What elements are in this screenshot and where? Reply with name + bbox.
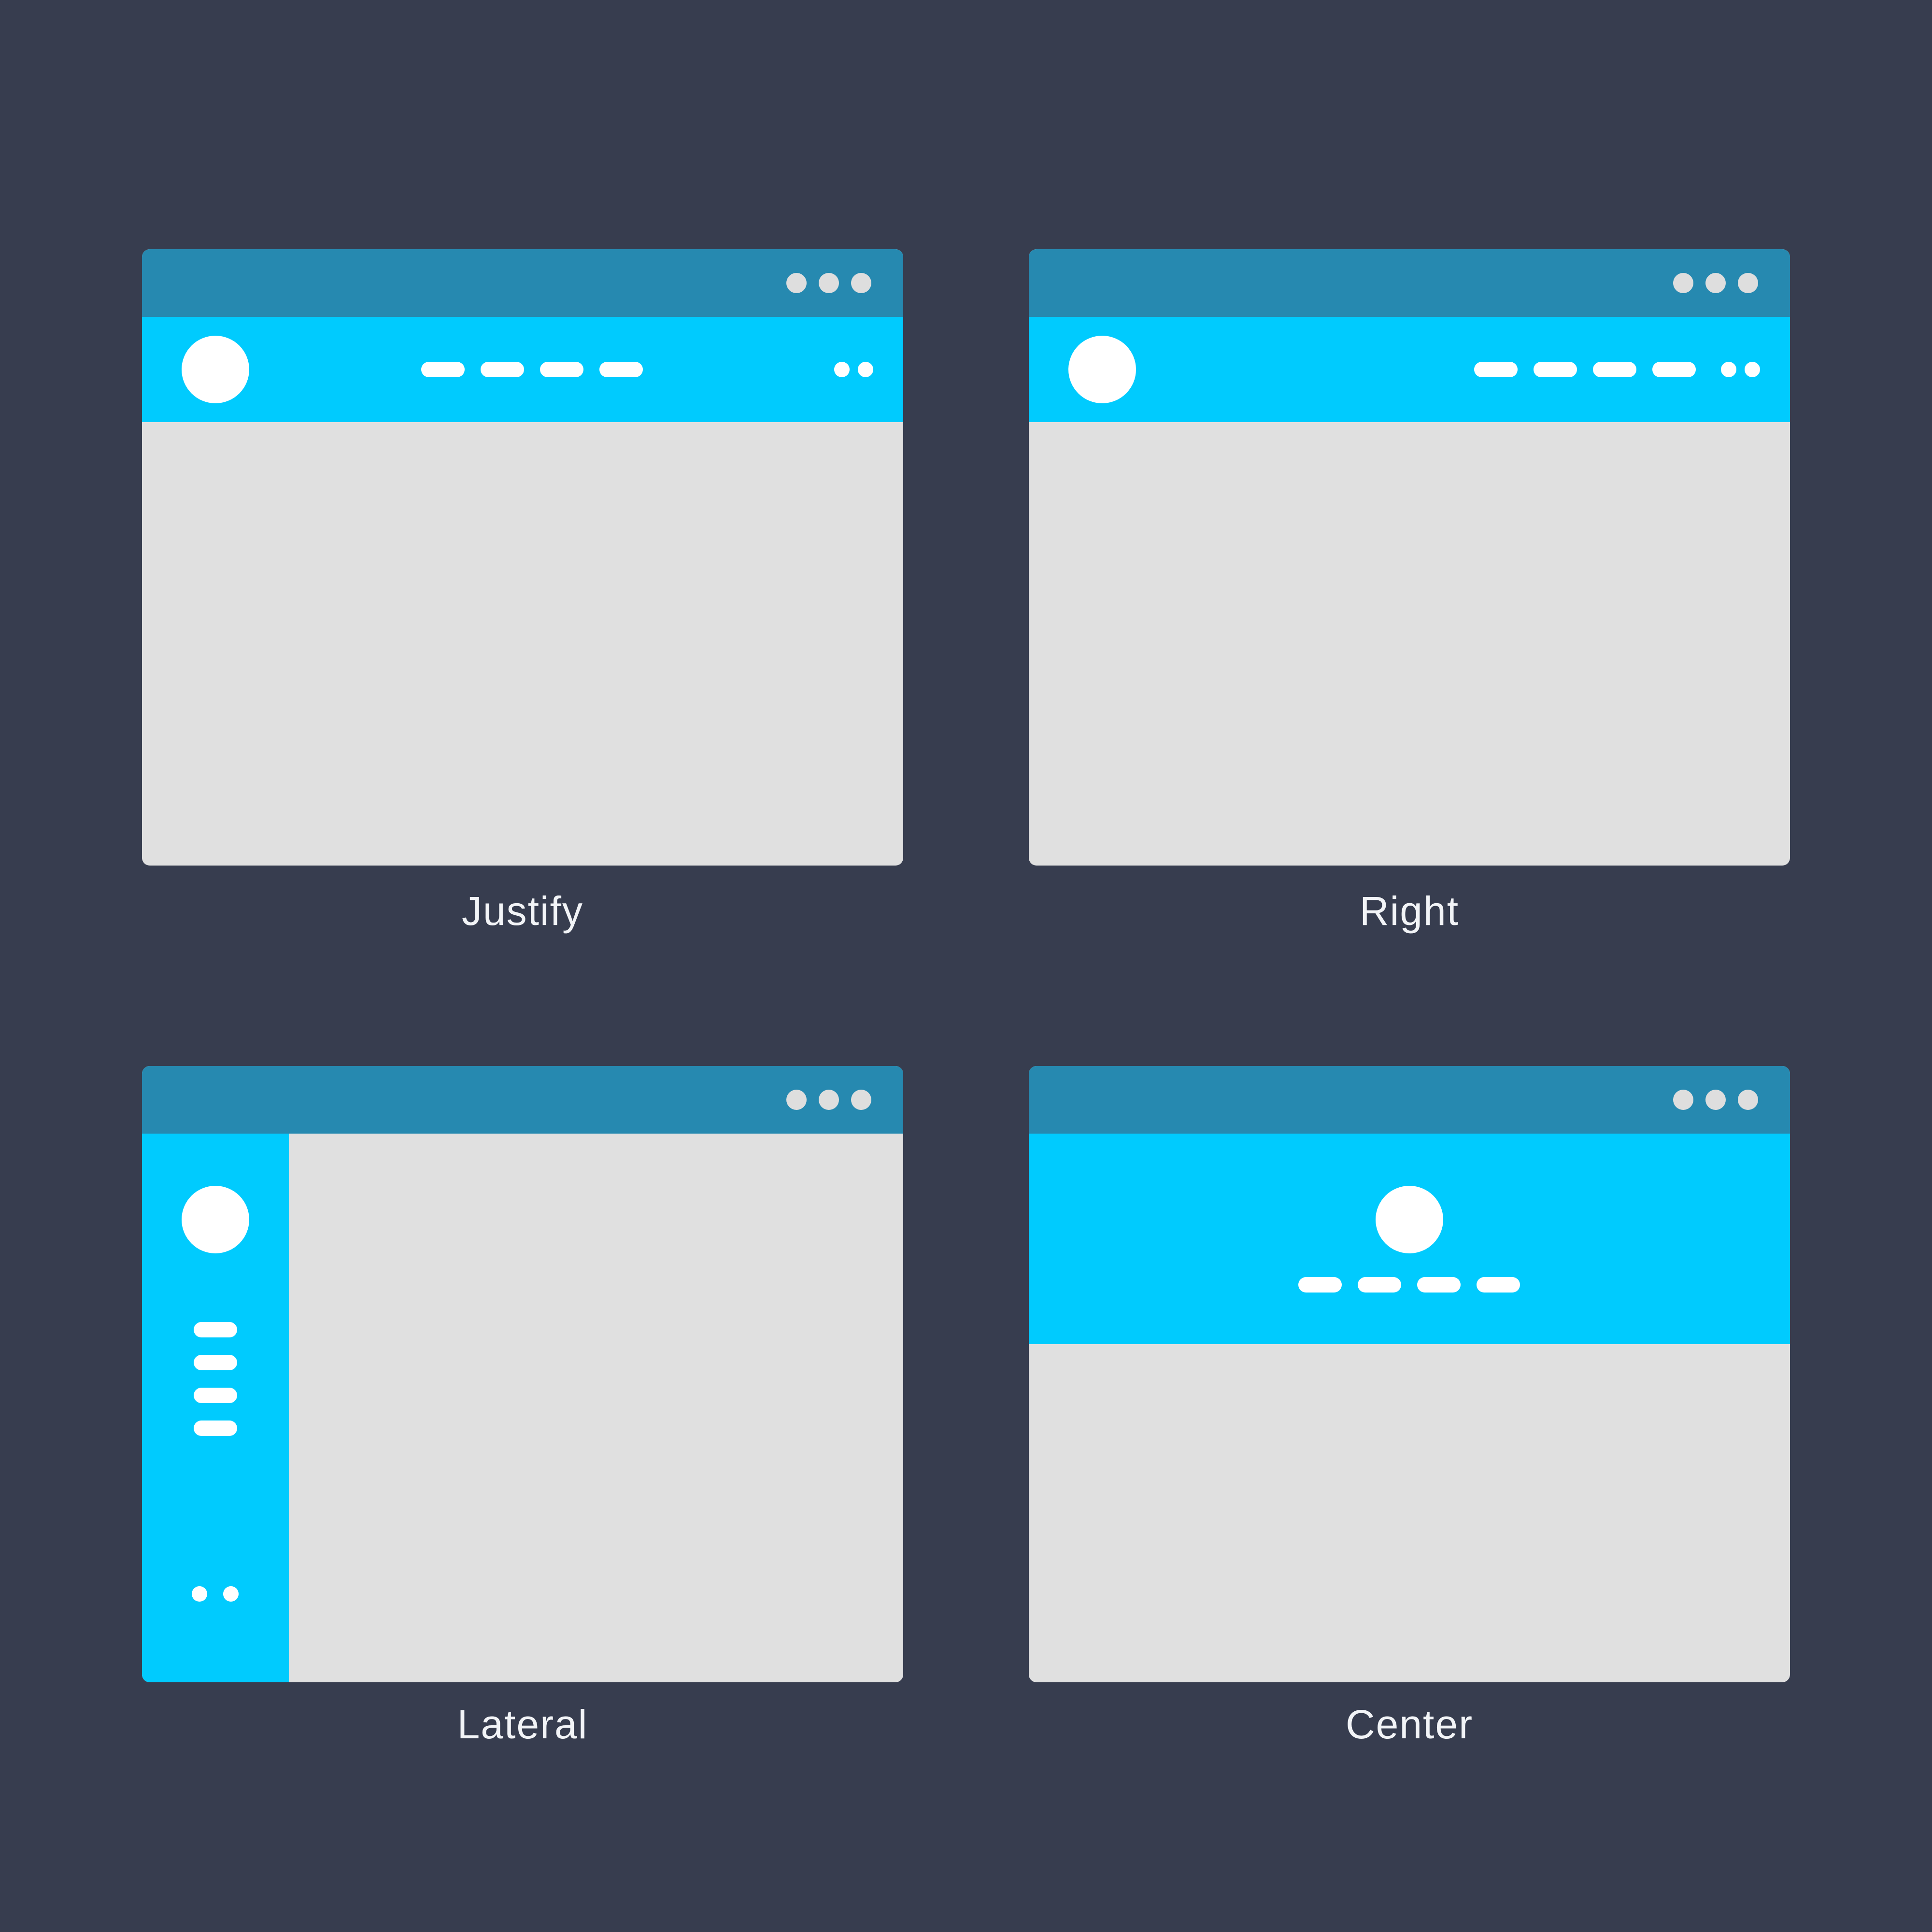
window-dot-icon[interactable] xyxy=(819,1090,839,1110)
window-titlebar xyxy=(1029,1066,1790,1134)
small-dot-icon[interactable] xyxy=(192,1586,207,1602)
layout-caption: Center xyxy=(1345,1702,1474,1747)
nav-item-pill[interactable] xyxy=(421,362,465,377)
window-dot-icon[interactable] xyxy=(1738,1090,1758,1110)
window-titlebar xyxy=(142,249,903,317)
top-navbar xyxy=(1029,317,1790,422)
window-dot-icon[interactable] xyxy=(1705,1090,1726,1110)
window-dot-icon[interactable] xyxy=(786,273,807,293)
layout-caption: Justify xyxy=(461,888,584,934)
nav-item-pill[interactable] xyxy=(1593,362,1636,377)
nav-item-pill[interactable] xyxy=(1358,1277,1401,1293)
nav-item-pill[interactable] xyxy=(1477,1277,1520,1293)
logo-circle-icon[interactable] xyxy=(182,336,249,403)
top-navbar xyxy=(142,317,903,422)
side-navbar xyxy=(142,1134,289,1682)
nav-item-pill[interactable] xyxy=(194,1388,237,1403)
nav-item-pill[interactable] xyxy=(540,362,583,377)
layout-caption: Lateral xyxy=(457,1702,588,1747)
window-dot-icon[interactable] xyxy=(851,273,871,293)
window-dot-icon[interactable] xyxy=(1673,273,1693,293)
content-area xyxy=(1029,1344,1790,1682)
nav-item-pill[interactable] xyxy=(1417,1277,1461,1293)
small-dot-icon[interactable] xyxy=(858,362,873,377)
window-titlebar xyxy=(142,1066,903,1134)
top-navbar xyxy=(1029,1134,1790,1344)
window-dot-icon[interactable] xyxy=(1673,1090,1693,1110)
window-titlebar xyxy=(1029,249,1790,317)
nav-item-pill[interactable] xyxy=(1652,362,1696,377)
nav-item-pill[interactable] xyxy=(1534,362,1577,377)
nav-item-pill[interactable] xyxy=(481,362,524,377)
window-dot-icon[interactable] xyxy=(786,1090,807,1110)
nav-item-pill[interactable] xyxy=(599,362,643,377)
nav-item-pill[interactable] xyxy=(194,1421,237,1436)
window-dot-icon[interactable] xyxy=(1705,273,1726,293)
logo-circle-icon[interactable] xyxy=(182,1186,249,1253)
logo-circle-icon[interactable] xyxy=(1376,1186,1443,1253)
small-dot-icon[interactable] xyxy=(223,1586,239,1602)
content-area xyxy=(142,422,903,866)
logo-circle-icon[interactable] xyxy=(1068,336,1136,403)
window-dot-icon[interactable] xyxy=(851,1090,871,1110)
small-dot-icon[interactable] xyxy=(834,362,850,377)
small-dot-icon[interactable] xyxy=(1721,362,1736,377)
nav-item-pill[interactable] xyxy=(1474,362,1518,377)
browser-window xyxy=(142,1066,903,1682)
content-area xyxy=(1029,422,1790,866)
browser-window xyxy=(1029,1066,1790,1682)
small-dot-icon[interactable] xyxy=(1745,362,1760,377)
nav-item-pill[interactable] xyxy=(194,1322,237,1337)
layout-caption: Right xyxy=(1359,888,1460,934)
browser-window xyxy=(1029,249,1790,866)
content-area xyxy=(289,1134,903,1682)
window-dot-icon[interactable] xyxy=(819,273,839,293)
nav-item-pill[interactable] xyxy=(1298,1277,1342,1293)
browser-window xyxy=(142,249,903,866)
window-dot-icon[interactable] xyxy=(1738,273,1758,293)
nav-item-pill[interactable] xyxy=(194,1355,237,1370)
